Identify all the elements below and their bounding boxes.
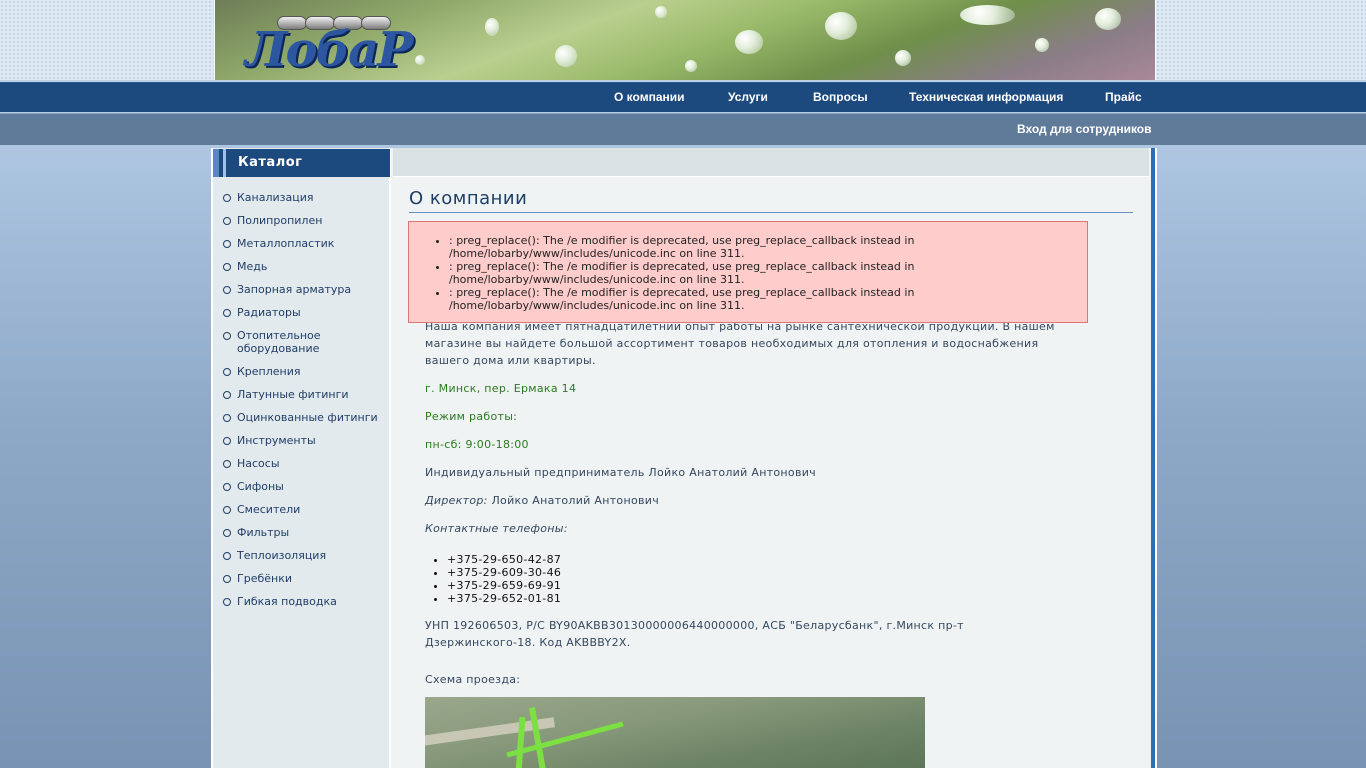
owner-line: Индивидуальный предприниматель Лойко Ана… xyxy=(425,466,816,479)
catalog-header: Каталог xyxy=(213,149,390,177)
page-container: Каталог Канализация Полипропилен Металло… xyxy=(211,148,1157,768)
catalog-item[interactable]: Крепления xyxy=(213,365,391,378)
hours-label: Режим работы: xyxy=(425,410,518,423)
intro-paragraph: Наша компания имеет пятнадцатилетний опы… xyxy=(425,320,1055,367)
catalog-item[interactable]: Инструменты xyxy=(213,434,391,447)
catalog-item[interactable]: Смесители xyxy=(213,503,391,516)
catalog-item[interactable]: Запорная арматура xyxy=(213,283,391,296)
catalog-item[interactable]: Металлопластик xyxy=(213,237,391,250)
water-drop xyxy=(685,60,697,72)
catalog-list: Канализация Полипропилен Металлопластик … xyxy=(213,191,391,618)
water-drop xyxy=(415,55,425,65)
catalog-item[interactable]: Фильтры xyxy=(213,526,391,539)
phone-number: +375-29-609-30-46 xyxy=(447,566,1075,579)
catalog-item[interactable]: Латунные фитинги xyxy=(213,388,391,401)
location-map-image[interactable] xyxy=(425,697,925,768)
catalog-item[interactable]: Сифоны xyxy=(213,480,391,493)
water-drop xyxy=(825,12,857,40)
main-navigation: О компании Услуги Вопросы Техническая ин… xyxy=(0,82,1366,112)
catalog-title: Каталог xyxy=(238,155,303,170)
staff-login-link[interactable]: Вход для сотрудников xyxy=(1017,122,1152,136)
director-line: Директор: Лойко Анатолий Антонович xyxy=(425,492,1075,509)
nav-technical-info[interactable]: Техническая информация xyxy=(909,90,1063,104)
error-item: : preg_replace(): The /e modifier is dep… xyxy=(449,286,969,312)
about-text: Наша компания имеет пятнадцатилетний опы… xyxy=(425,318,1075,699)
map-label: Схема проезда: xyxy=(425,673,521,686)
phone-list: +375-29-650-42-87 +375-29-609-30-46 +375… xyxy=(425,553,1075,605)
water-drop xyxy=(735,30,763,54)
catalog-item[interactable]: Насосы xyxy=(213,457,391,470)
nav-services[interactable]: Услуги xyxy=(728,90,768,104)
catalog-item[interactable]: Канализация xyxy=(213,191,391,204)
content-top-bar xyxy=(393,148,1149,177)
phone-number: +375-29-652-01-81 xyxy=(447,592,1075,605)
catalog-item[interactable]: Гребёнки xyxy=(213,572,391,585)
water-drop xyxy=(485,18,499,36)
water-drop xyxy=(655,6,667,18)
director-label: Директор: xyxy=(425,494,488,507)
catalog-item[interactable]: Теплоизоляция xyxy=(213,549,391,562)
water-drop xyxy=(1095,8,1121,30)
main-content: О компании Наша компания имеет пятнадцат… xyxy=(393,148,1151,768)
nav-questions[interactable]: Вопросы xyxy=(813,90,868,104)
catalog-item[interactable]: Полипропилен xyxy=(213,214,391,227)
secondary-navigation: Вход для сотрудников xyxy=(0,113,1366,145)
water-drop xyxy=(1035,38,1049,52)
catalog-item[interactable]: Радиаторы xyxy=(213,306,391,319)
catalog-item[interactable]: Отопительное оборудование xyxy=(213,329,323,355)
water-drop xyxy=(555,45,577,67)
logo-text: ЛобаР xyxy=(245,22,413,78)
water-drop xyxy=(960,5,1015,25)
address: г. Минск, пер. Ермака 14 xyxy=(425,382,577,395)
bank-details: УНП 192606503, Р/С BY90AKBB3013000000644… xyxy=(425,619,964,649)
catalog-item[interactable]: Оцинкованные фитинги xyxy=(213,411,391,424)
phones-label: Контактные телефоны: xyxy=(425,522,568,535)
sidebar: Каталог Канализация Полипропилен Металло… xyxy=(213,148,391,768)
site-logo[interactable]: ЛобаР xyxy=(227,8,413,78)
error-item: : preg_replace(): The /e modifier is dep… xyxy=(449,234,969,260)
error-item: : preg_replace(): The /e modifier is dep… xyxy=(449,260,969,286)
water-drop xyxy=(895,50,911,66)
phone-number: +375-29-650-42-87 xyxy=(447,553,1075,566)
header-banner: ЛобаР xyxy=(214,0,1156,80)
catalog-item[interactable]: Медь xyxy=(213,260,391,273)
nav-price[interactable]: Прайс xyxy=(1105,90,1142,104)
phone-number: +375-29-659-69-91 xyxy=(447,579,1075,592)
director-name: Лойко Анатолий Антонович xyxy=(491,494,660,507)
working-hours: пн-сб: 9:00-18:00 xyxy=(425,438,529,451)
page-title: О компании xyxy=(409,188,528,209)
title-divider xyxy=(409,212,1133,213)
error-messages: : preg_replace(): The /e modifier is dep… xyxy=(408,221,1088,323)
catalog-item[interactable]: Гибкая подводка xyxy=(213,595,391,608)
nav-about[interactable]: О компании xyxy=(614,90,685,104)
